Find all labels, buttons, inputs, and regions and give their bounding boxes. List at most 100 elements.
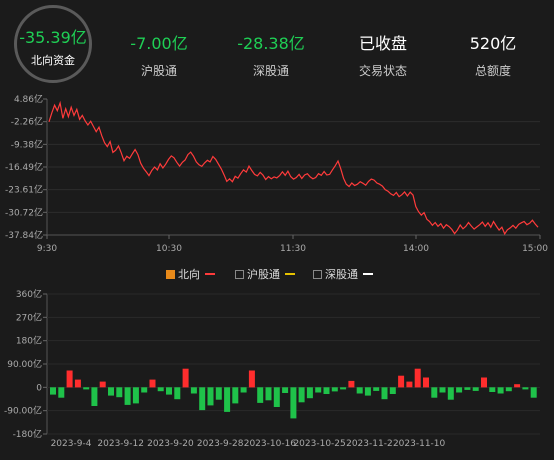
flow-bar (464, 387, 471, 390)
y-tick-label: -16.49亿 (5, 161, 43, 173)
flow-bar (323, 387, 330, 394)
flow-bar (273, 387, 280, 407)
x-tick-label: 2023-11-2 (346, 439, 393, 449)
x-tick-label: 2023-9-12 (97, 439, 144, 449)
flow-bar (530, 387, 537, 398)
flow-bar (306, 387, 313, 399)
flow-bar (50, 387, 56, 395)
x-tick-label: 14:00 (403, 244, 429, 254)
flow-bar (381, 387, 388, 400)
flow-bar (298, 387, 305, 403)
x-tick-label: 9:30 (37, 244, 57, 254)
y-tick-label: 4.86亿 (14, 93, 43, 105)
chart-legend: 北向 沪股通 深股通 (0, 266, 554, 282)
flow-bar (232, 387, 239, 404)
y-tick-label: -30.72亿 (5, 206, 43, 218)
x-tick-label: 2023-11-10 (393, 439, 446, 449)
flow-bar (74, 379, 81, 388)
flow-bar (414, 368, 421, 388)
stat-label: 交易状态 (358, 64, 407, 78)
flow-bar (389, 387, 396, 394)
x-tick-label: 11:30 (280, 244, 306, 254)
stat-shenzhen-connect: -28.38亿 深股通 (216, 34, 326, 79)
flow-bar (331, 387, 338, 392)
x-tick-label: 2023-9-20 (147, 439, 194, 449)
y-tick-label: 270亿 (16, 311, 42, 323)
x-tick-label: 2023-9-4 (51, 439, 92, 449)
x-tick-label: 15:00 (522, 244, 548, 254)
flow-bar (282, 387, 289, 393)
flow-bar (489, 387, 496, 392)
flow-bar (124, 387, 131, 405)
flow-bar (456, 387, 463, 393)
flow-bar (83, 387, 90, 390)
flow-bar (340, 387, 347, 390)
legend-label: 沪股通 (247, 268, 280, 281)
flow-bar (99, 381, 106, 388)
y-tick-label: 0 (36, 383, 42, 393)
stat-shanghai-connect: -7.00亿 沪股通 (104, 34, 214, 79)
stat-value: 已收盘 (358, 34, 407, 53)
legend-item-shanghai-connect[interactable]: 沪股通 (235, 266, 295, 282)
northbound-summary: -35.39亿 北向资金 (14, 5, 92, 83)
flow-bar (58, 387, 65, 398)
flow-bar (290, 387, 297, 419)
flow-bar (447, 387, 454, 400)
legend-item-northbound[interactable]: 北向 (166, 266, 215, 282)
flow-bar (149, 379, 156, 388)
flow-bar (373, 387, 380, 391)
flow-bar (364, 387, 371, 396)
northbound-label: 北向资金 (31, 54, 75, 67)
y-tick-label: 90.00亿 (7, 358, 42, 370)
northbound-value: -35.39亿 (19, 28, 87, 47)
flow-bar (141, 387, 148, 393)
checkbox-icon[interactable] (166, 269, 175, 279)
flow-bar (356, 387, 363, 394)
flow-bar (514, 384, 521, 388)
daily-flow-bar-chart[interactable]: 360亿 270亿 180亿 90.00亿 0 -90.00亿 -180亿 2023-9-4 2… (0, 284, 554, 460)
intraday-flow-chart[interactable]: 4.86亿 -2.26亿 -9.38亿 -16.49亿 -23.61亿 -30.72亿 -3… (0, 88, 554, 258)
flow-bar (265, 387, 272, 401)
legend-line-icon (285, 273, 295, 275)
flow-bar (431, 387, 438, 398)
flow-bar (66, 370, 73, 388)
x-tick-label: 2023-10-25 (293, 439, 345, 449)
flow-bar (423, 377, 429, 388)
flow-bar (91, 387, 98, 406)
y-tick-label: 360亿 (16, 288, 42, 300)
checkbox-icon[interactable] (235, 269, 244, 279)
stat-value: -7.00亿 (130, 34, 188, 53)
flow-bar (190, 387, 197, 394)
flow-bar (497, 387, 504, 394)
flow-bar (481, 377, 487, 388)
legend-label: 北向 (178, 268, 200, 281)
flow-bar (315, 387, 322, 393)
flow-bar (472, 387, 479, 391)
legend-line-icon (363, 273, 373, 275)
flow-bar (406, 381, 413, 388)
y-tick-label: -90.00亿 (4, 405, 42, 417)
flow-bar (132, 387, 139, 404)
flow-bar (174, 387, 181, 400)
stat-trading-status: 已收盘 交易状态 (328, 34, 438, 79)
flow-bar (398, 375, 405, 388)
flow-bar (240, 387, 247, 393)
stat-label: 深股通 (252, 64, 289, 78)
stat-value: -28.38亿 (237, 34, 305, 53)
y-tick-label: 180亿 (16, 335, 42, 347)
x-tick-label: 10:30 (156, 244, 182, 254)
stat-label: 沪股通 (140, 64, 177, 78)
stat-value: 520亿 (469, 34, 517, 53)
stat-label: 总额度 (474, 64, 511, 78)
legend-item-shenzhen-connect[interactable]: 深股通 (313, 266, 373, 282)
flow-bar (248, 370, 255, 388)
flow-bar (257, 387, 264, 403)
y-tick-label: -2.26亿 (11, 116, 43, 128)
flow-bar (348, 380, 355, 388)
checkbox-icon[interactable] (313, 269, 322, 279)
y-tick-label: -180亿 (13, 428, 42, 440)
flow-bar (439, 387, 446, 393)
x-tick-label: 2023-10-16 (244, 439, 297, 449)
flow-bar (108, 387, 114, 396)
flow-bar (116, 387, 123, 398)
